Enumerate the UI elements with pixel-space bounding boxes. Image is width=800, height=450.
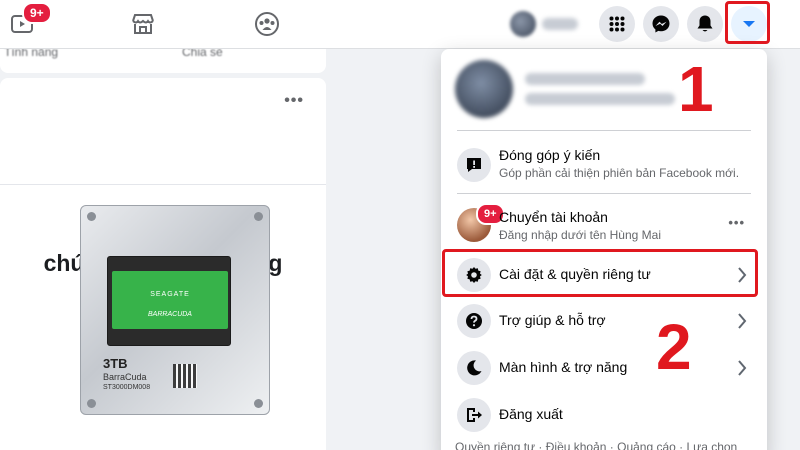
strip-right-text: Chia sẻ [182,49,223,59]
display-accessibility-label: Màn hình & trợ năng [499,359,628,375]
drive-screw [254,212,263,221]
drive-label: SEAGATE BARRACUDA [107,256,231,346]
switch-account-title: Chuyển tài khoản [499,209,608,225]
avatar [455,60,513,118]
step-number-1: 1 [678,53,714,125]
messenger-button[interactable] [643,6,679,42]
menu-button[interactable] [599,6,635,42]
feedback-icon-wrap [457,148,491,182]
drive-capacity: 3TB [103,356,128,371]
switch-account-item[interactable]: 9+ Chuyển tài khoản Đăng nhập dưới tên H… [449,201,759,251]
profile-shortcut[interactable] [510,10,586,38]
marketplace-tab[interactable] [121,8,165,40]
marketplace-icon [132,14,154,34]
step-number-2: 2 [656,311,692,383]
display-icon-wrap [457,351,491,385]
groups-tab[interactable] [245,8,289,40]
groups-icon [255,12,279,36]
help-support-item[interactable]: Trợ giúp & hỗ trợ [449,298,759,344]
chevron-right-icon [738,313,747,329]
drive-label-panel: SEAGATE BARRACUDA [112,271,228,329]
drive-screw [87,212,96,221]
messenger-icon [652,15,670,33]
drive-brand: SEAGATE [150,291,190,298]
drive-screw [87,399,96,408]
bell-icon [697,15,713,32]
drive-barcode [173,364,197,388]
drive-screw [254,399,263,408]
highlight-settings-item [442,249,758,297]
profile-name-blurred [542,18,578,30]
profile-info-blurred [525,73,675,105]
logout-icon [467,408,482,422]
notifications-button[interactable] [687,6,723,42]
top-navigation-bar: 9+ [0,0,800,49]
strip-left-text: Tính năng [4,49,59,59]
menu-divider [457,193,751,194]
drive-part-number: ST3000DM008 [103,384,151,391]
feedback-icon [467,158,481,172]
logout-label: Đăng xuất [499,406,563,422]
switch-account-more-button[interactable]: ••• [728,215,745,230]
previous-post-actions: Tính năng Chia sẻ [0,49,326,73]
switch-account-subtitle: Đăng nhập dưới tên Hùng Mai [499,228,661,242]
drive-model: BARRACUDA [148,311,192,318]
highlight-account-button [725,1,770,44]
logout-item[interactable]: Đăng xuất [449,392,759,438]
footer-links[interactable]: Quyền riêng tư · Điều khoản · Quảng cáo … [455,440,737,450]
drive-name: BarraCuda [103,372,147,382]
feedback-title: Đóng góp ý kiến [499,147,601,163]
watch-tab[interactable]: 9+ [0,2,52,40]
hard-drive-image: SEAGATE BARRACUDA 3TB BarraCuda ST3000DM… [80,205,270,415]
help-support-label: Trợ giúp & hỗ trợ [499,312,606,328]
logout-icon-wrap [457,398,491,432]
divider [0,184,326,185]
feedback-item[interactable]: Đóng góp ý kiến Góp phần cải thiện phiên… [449,139,759,191]
avatar [510,11,536,37]
post-more-button[interactable]: ••• [284,92,304,110]
moon-icon [467,360,482,376]
grid-menu-icon [609,16,625,32]
chevron-right-icon [738,360,747,376]
feedback-subtitle: Góp phần cải thiện phiên bản Facebook mớ… [499,166,740,180]
menu-divider [457,130,751,131]
help-icon [466,313,482,329]
display-accessibility-item[interactable]: Màn hình & trợ năng [449,345,759,391]
watch-badge: 9+ [22,2,52,24]
help-icon-wrap [457,304,491,338]
